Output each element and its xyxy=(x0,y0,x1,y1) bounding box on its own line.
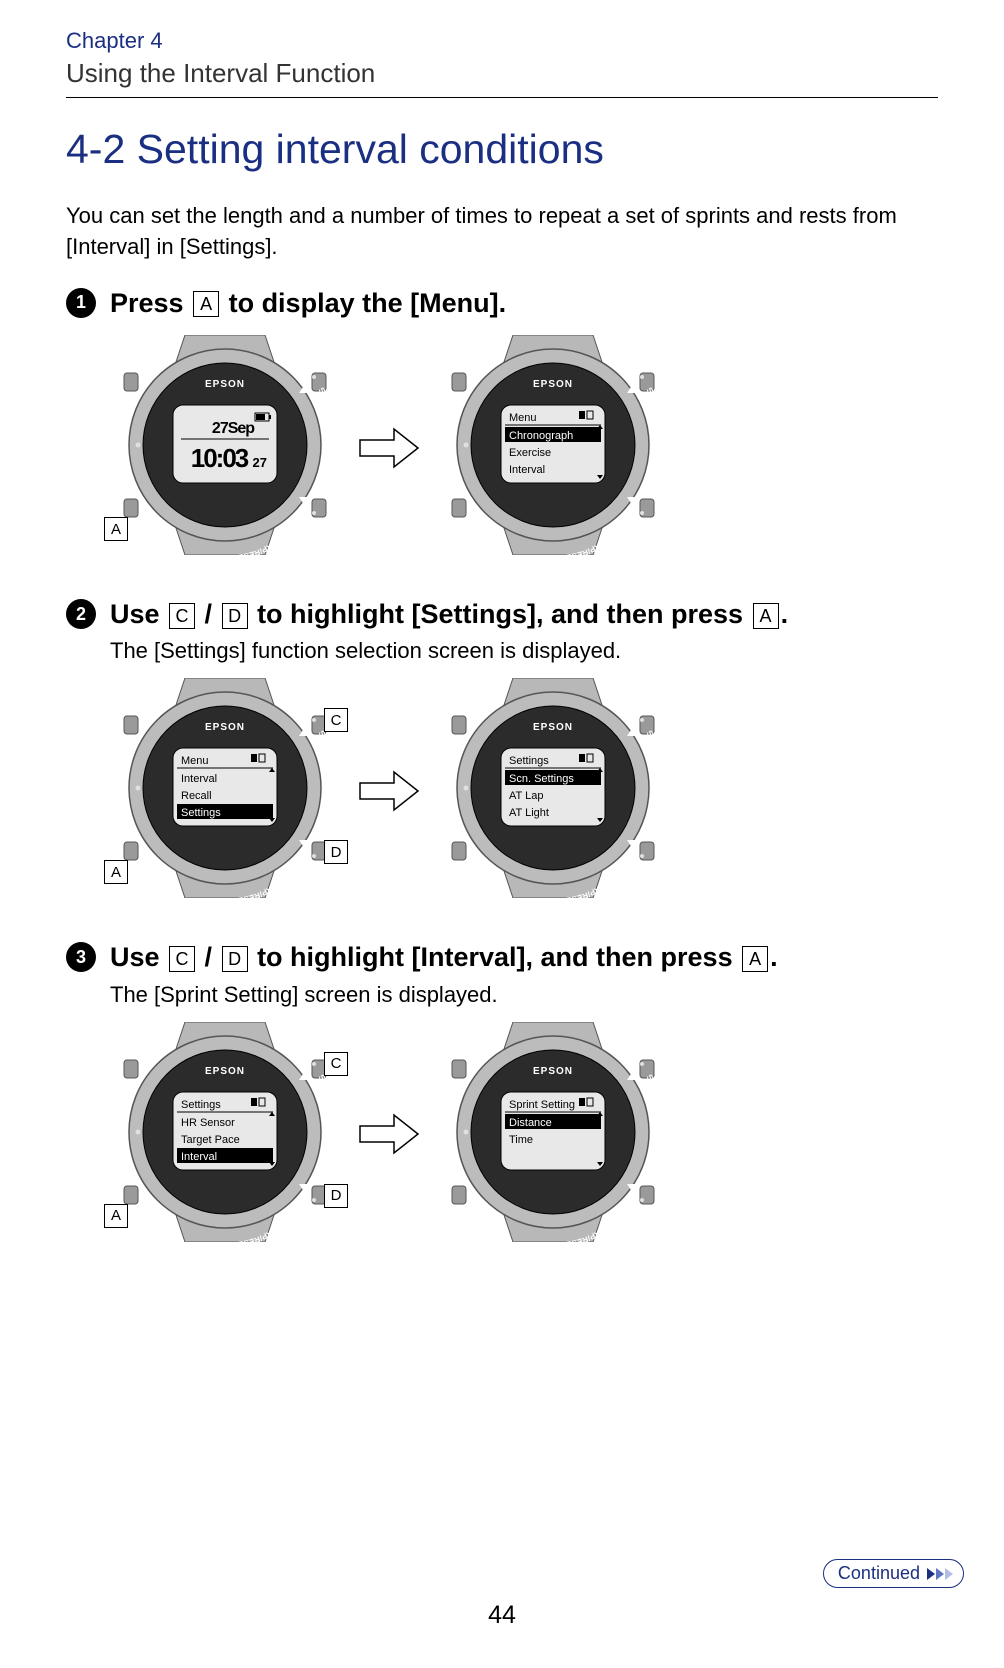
intro-text: You can set the length and a number of t… xyxy=(66,201,938,263)
svg-text:AT Light: AT Light xyxy=(509,807,549,819)
continued-text: Continued xyxy=(838,1563,920,1584)
arrow-icon xyxy=(354,768,424,814)
svg-text:Interval: Interval xyxy=(181,1151,217,1163)
page-number: 44 xyxy=(0,1601,1004,1630)
svg-text:HR Sensor: HR Sensor xyxy=(181,1117,235,1129)
svg-text:Interval: Interval xyxy=(181,773,217,785)
step-3-desc: The [Sprint Setting] screen is displayed… xyxy=(110,982,938,1008)
button-label-A: A xyxy=(104,860,128,884)
svg-text:Chronograph: Chronograph xyxy=(509,430,573,442)
continued-chevron-icon xyxy=(926,1568,953,1580)
svg-text:10:03: 10:03 xyxy=(191,443,249,473)
chapter-number: Chapter 4 xyxy=(66,28,938,54)
keycap-c: C xyxy=(169,603,195,629)
button-label-A: A xyxy=(104,1204,128,1228)
keycap-a: A xyxy=(193,291,219,317)
step-1-text: Press A to display the [Menu]. xyxy=(110,285,506,321)
svg-text:Settings: Settings xyxy=(181,1099,221,1111)
svg-text:AT Lap: AT Lap xyxy=(509,790,543,802)
svg-text:EPSON: EPSON xyxy=(533,379,573,390)
arrow-icon xyxy=(354,1111,424,1157)
svg-text:Settings: Settings xyxy=(181,807,221,819)
step-bullet-1: 1 xyxy=(66,288,96,318)
svg-text:Time: Time xyxy=(509,1134,533,1146)
button-label-C: C xyxy=(324,708,348,732)
svg-text:Sprint Setting: Sprint Setting xyxy=(509,1099,575,1111)
step-2-text: Use C / D to highlight [Settings], and t… xyxy=(110,596,788,632)
step-3-text: Use C / D to highlight [Interval], and t… xyxy=(110,939,778,975)
divider xyxy=(66,97,938,98)
step-3-figure: START/STOPLAP/RESETDISP CHGEPSONSettings… xyxy=(110,1022,938,1247)
svg-text:Menu: Menu xyxy=(181,755,209,767)
button-label-D: D xyxy=(324,1184,348,1208)
keycap-d: D xyxy=(222,946,248,972)
svg-text:Target Pace: Target Pace xyxy=(181,1134,240,1146)
button-label-D: D xyxy=(324,840,348,864)
svg-text:EPSON: EPSON xyxy=(533,722,573,733)
svg-text:EPSON: EPSON xyxy=(205,1066,245,1077)
svg-text:27: 27 xyxy=(253,455,267,470)
svg-text:Menu: Menu xyxy=(509,412,537,424)
step-2-desc: The [Settings] function selection screen… xyxy=(110,638,938,664)
svg-text:EPSON: EPSON xyxy=(533,1066,573,1077)
svg-text:Recall: Recall xyxy=(181,790,212,802)
chapter-title: Using the Interval Function xyxy=(66,58,938,89)
keycap-a: A xyxy=(742,946,768,972)
svg-text:27Sep: 27Sep xyxy=(212,420,255,437)
svg-text:Distance: Distance xyxy=(509,1117,552,1129)
step-2-figure: START/STOPLAP/RESETDISP CHGEPSONMenuInte… xyxy=(110,678,938,903)
svg-text:Exercise: Exercise xyxy=(509,447,551,459)
step-bullet-2: 2 xyxy=(66,599,96,629)
button-label-C: C xyxy=(324,1052,348,1076)
step-1-figure: START/STOPLAP/RESETDISP CHGEPSON27Sep10:… xyxy=(110,335,938,560)
step-bullet-3: 3 xyxy=(66,942,96,972)
keycap-c: C xyxy=(169,946,195,972)
keycap-a: A xyxy=(753,603,779,629)
button-label-A: A xyxy=(104,517,128,541)
continued-badge: Continued xyxy=(823,1559,964,1588)
section-title: 4-2 Setting interval conditions xyxy=(66,126,938,173)
svg-text:Settings: Settings xyxy=(509,755,549,767)
keycap-d: D xyxy=(222,603,248,629)
svg-text:EPSON: EPSON xyxy=(205,379,245,390)
svg-text:Scn. Settings: Scn. Settings xyxy=(509,773,574,785)
arrow-icon xyxy=(354,425,424,471)
svg-text:EPSON: EPSON xyxy=(205,722,245,733)
svg-text:Interval: Interval xyxy=(509,464,545,476)
